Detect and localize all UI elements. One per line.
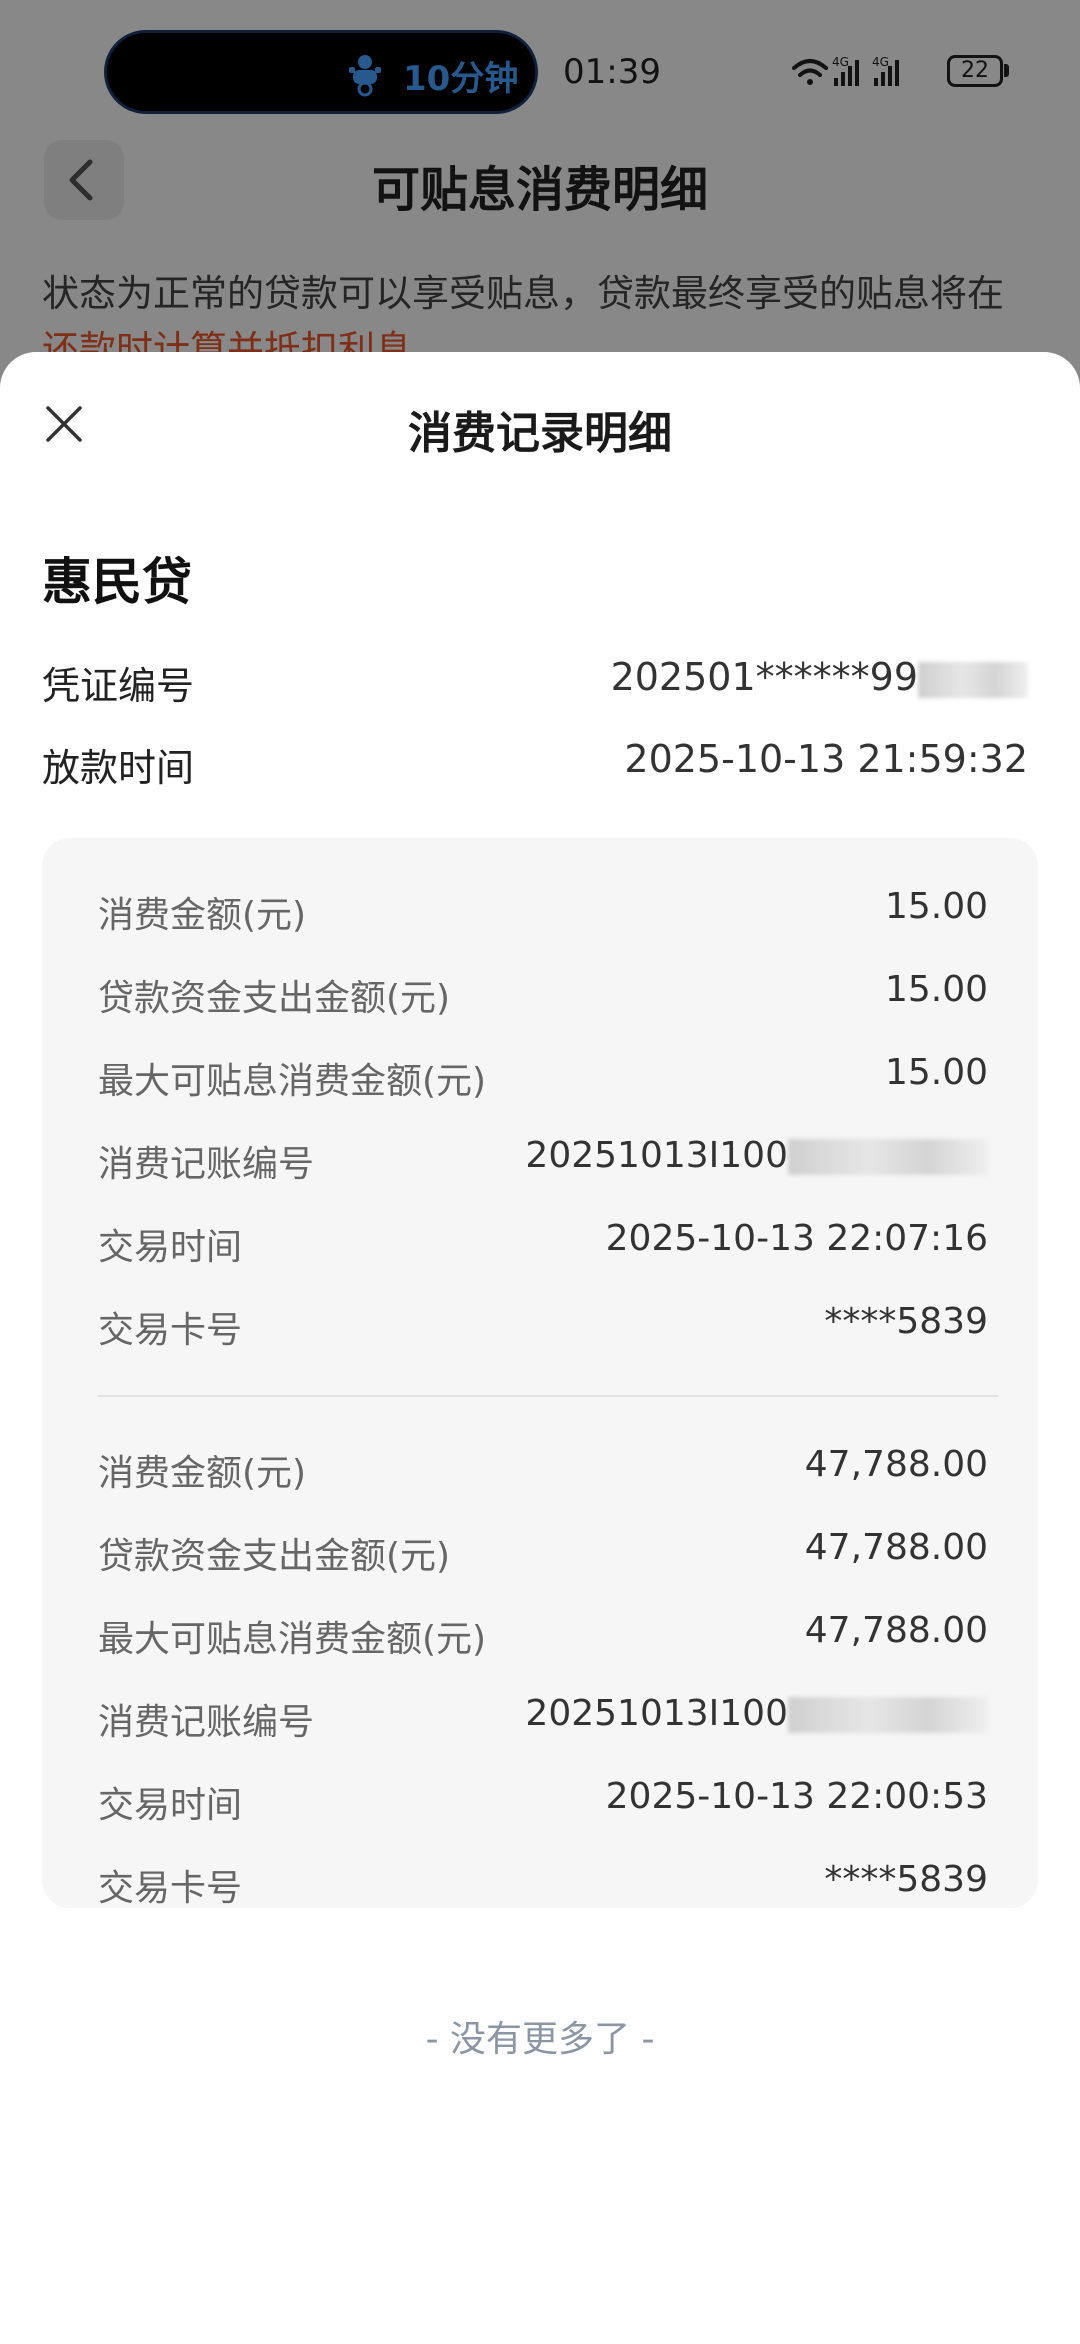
record-label: 贷款资金支出金额(元) [98,978,451,1019]
records-card: 消费金额(元) 15.00 贷款资金支出金额(元) 15.00 最大可贴息消费金… [42,838,1038,1909]
record-value: 2025-10-13 22:07:16 [605,1218,988,1259]
record-label: 交易卡号 [98,1868,243,1909]
record-label: 消费金额(元) [98,1453,307,1494]
record-row: 贷款资金支出金额(元) 47,788.00 [98,1527,988,1577]
record-row: 交易时间 2025-10-13 22:00:53 [98,1776,988,1826]
record-label: 消费记账编号 [98,1144,315,1185]
record-label: 交易时间 [98,1785,243,1826]
record-row: 消费记账编号 20251013I100 [98,1135,988,1185]
voucher-row: 凭证编号 202501******99 [42,655,1028,708]
record-row: 贷款资金支出金额(元) 15.00 [98,969,988,1019]
record-value: 47,788.00 [804,1610,988,1651]
redacted-block [788,1697,988,1733]
record-value: 15.00 [884,969,988,1010]
record-row: 交易时间 2025-10-13 22:07:16 [98,1218,988,1268]
record-value: 47,788.00 [804,1527,988,1568]
record-value: 2025-10-13 22:00:53 [605,1776,988,1817]
record-row: 交易卡号 ****5839 [98,1301,988,1351]
record-row: 消费记账编号 20251013I100 [98,1693,988,1743]
record-label: 交易卡号 [98,1310,243,1351]
record-value: ****5839 [824,1859,988,1900]
record-value-text: 20251013I100 [525,1135,788,1176]
record-value-text: 20251013I100 [525,1693,788,1734]
loan-time-value: 2025-10-13 21:59:32 [624,737,1028,781]
redacted-block [918,661,1028,698]
voucher-value: 202501******99 [610,655,918,699]
record-value: 15.00 [884,1052,988,1093]
record-row: 最大可贴息消费金额(元) 47,788.00 [98,1610,988,1660]
record-label: 消费金额(元) [98,895,307,936]
record-row: 消费金额(元) 15.00 [98,886,988,936]
loan-time-label: 放款时间 [42,746,195,790]
record-row: 消费金额(元) 47,788.00 [98,1444,988,1494]
record-detail-sheet: 消费记录明细 惠民贷 凭证编号 202501******99 放款时间 2025… [0,352,1080,2344]
record-label: 最大可贴息消费金额(元) [98,1619,487,1660]
product-name: 惠民贷 [42,553,192,611]
voucher-label: 凭证编号 [42,664,195,708]
no-more-text: - 没有更多了 - [425,2019,655,2060]
record-row: 交易卡号 ****5839 [98,1859,988,1909]
record-value: 15.00 [884,886,988,927]
record-label: 交易时间 [98,1227,243,1268]
record-row: 最大可贴息消费金额(元) 15.00 [98,1052,988,1102]
record-value: 20251013I100 [525,1693,988,1734]
record-label: 消费记账编号 [98,1702,315,1743]
record-value: ****5839 [824,1301,988,1342]
record-value: 20251013I100 [525,1135,988,1176]
record-label: 贷款资金支出金额(元) [98,1536,451,1577]
loan-time-row: 放款时间 2025-10-13 21:59:32 [42,737,1028,790]
record-label: 最大可贴息消费金额(元) [98,1061,487,1102]
record-value: 47,788.00 [804,1444,988,1485]
redacted-block [788,1139,988,1175]
sheet-title: 消费记录明细 [408,408,672,459]
record-divider [98,1395,998,1397]
